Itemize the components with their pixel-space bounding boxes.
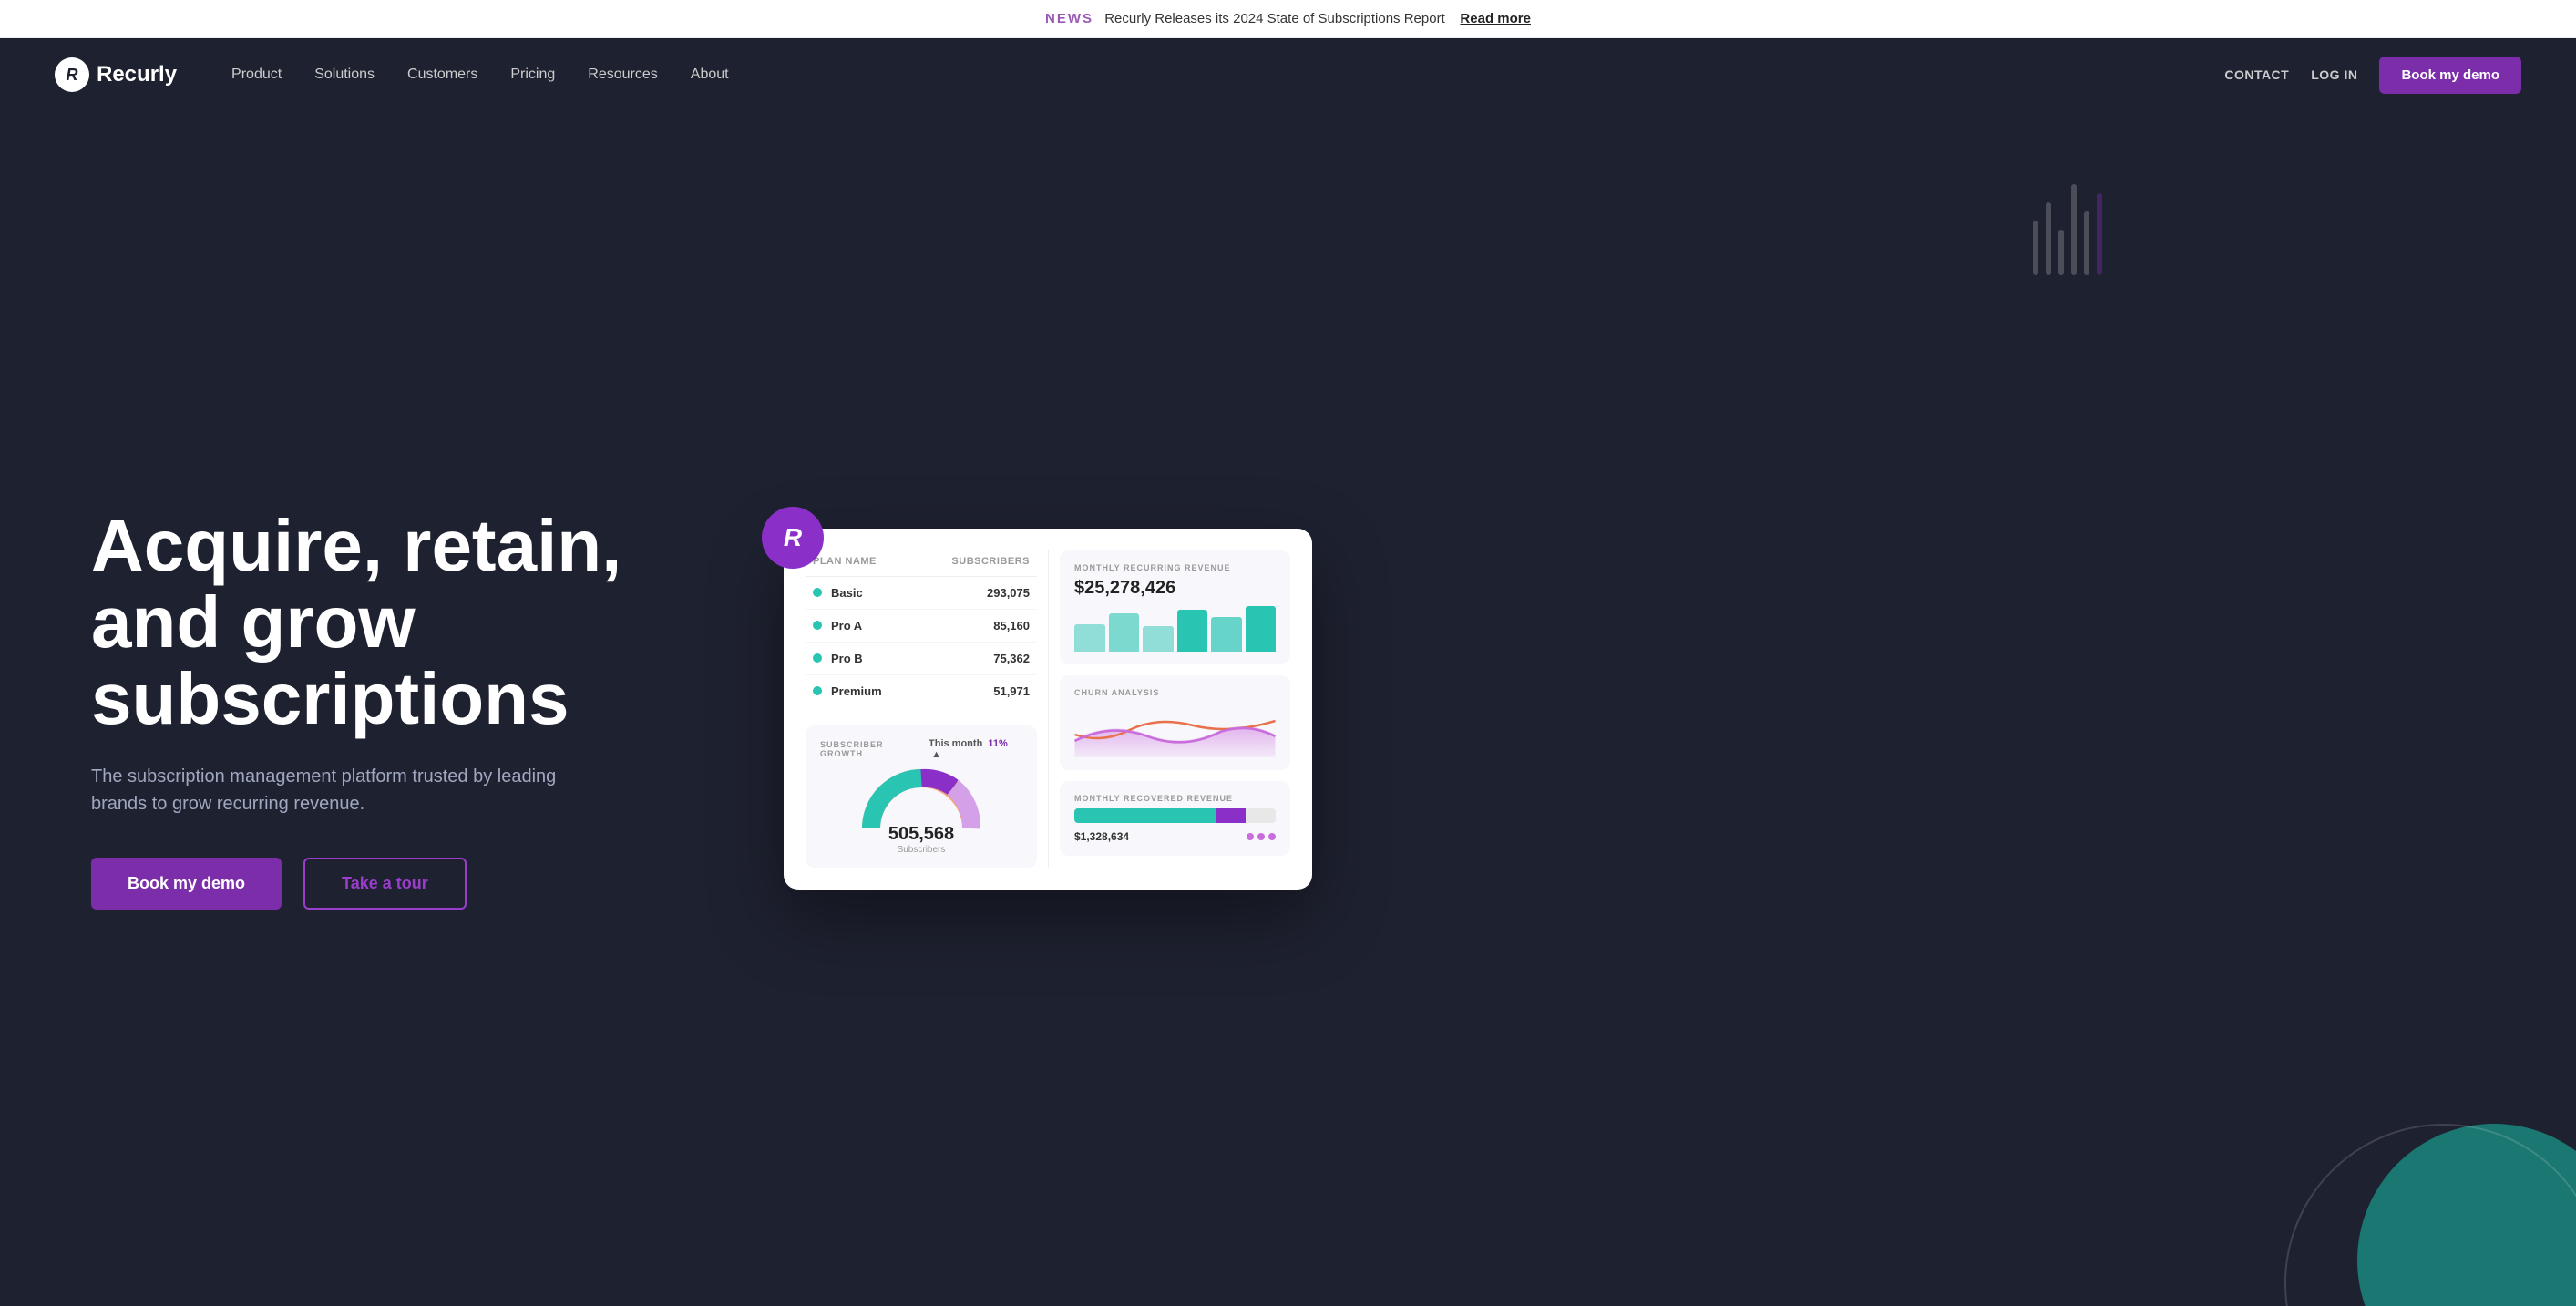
growth-pct: 11% [988,738,1007,749]
mrr-card: MONTHLY RECURRING REVENUE $25,278,426 [1060,550,1290,664]
nav-customers[interactable]: Customers [407,67,477,83]
plan-dot-premium [813,686,822,695]
book-demo-button[interactable]: Book my demo [91,858,282,910]
dot-3 [1268,833,1276,840]
nav-solutions[interactable]: Solutions [314,67,375,83]
plan-name-basic: Basic [813,586,863,600]
bg-bar-4 [2071,184,2077,275]
growth-badge: This month 11% ▲ [929,738,1022,760]
read-more-link[interactable]: Read more [1460,11,1531,26]
plan-col-header: PLAN NAME [813,556,877,567]
subs-col-header: SUBSCRIBERS [951,556,1030,567]
churn-card: CHURN ANALYSIS [1060,675,1290,770]
book-demo-header-button[interactable]: Book my demo [2379,57,2521,94]
hero-subtitle: The subscription management platform tru… [91,763,601,818]
growth-header: SUBSCRIBER GROWTH This month 11% ▲ [820,738,1022,760]
news-text: Recurly Releases its 2024 State of Subsc… [1104,11,1445,26]
nav-pricing[interactable]: Pricing [510,67,555,83]
news-banner: NEWS Recurly Releases its 2024 State of … [0,0,2576,38]
mrr-value: $25,278,426 [1074,578,1276,599]
recovered-bar-light [1246,808,1276,823]
hero-right: R PLAN NAME SUBSCRIBERS [784,529,1312,890]
plan-table: PLAN NAME SUBSCRIBERS Basic 293,075 [806,550,1037,707]
bar-1 [1074,624,1105,652]
table-row: Basic 293,075 [806,577,1037,610]
donut-sub: Subscribers [888,845,954,855]
donut-chart: 505,568 Subscribers [820,769,1022,855]
login-link[interactable]: LOG IN [2311,67,2357,82]
bg-bar-5 [2084,211,2089,275]
table-row: Pro B 75,362 [806,643,1037,675]
bg-arc-decoration [2284,1124,2576,1306]
plan-dot-prob [813,653,822,663]
mrr-bar-chart [1074,606,1276,652]
hero-buttons: Book my demo Take a tour [91,858,729,910]
nav-about[interactable]: About [691,67,729,83]
take-tour-button[interactable]: Take a tour [303,858,467,910]
dashboard-left: PLAN NAME SUBSCRIBERS Basic 293,075 [806,550,1048,868]
bar-6 [1246,606,1277,652]
recurly-badge: R [762,507,824,569]
contact-link[interactable]: CONTACT [2224,67,2289,82]
hero-title: Acquire, retain, and grow subscriptions [91,508,729,737]
bg-bar-3 [2058,230,2064,275]
recovered-card: MONTHLY RECOVERED REVENUE $1,328,634 [1060,781,1290,856]
dot-2 [1257,833,1265,840]
plan-name-premium: Premium [813,684,882,698]
plan-dot-proa [813,621,822,630]
news-label: NEWS [1045,11,1093,26]
dot-1 [1247,833,1254,840]
dashboard-grid: PLAN NAME SUBSCRIBERS Basic 293,075 [806,550,1290,868]
bar-3 [1143,626,1174,652]
nav-resources[interactable]: Resources [588,67,657,83]
donut-center: 505,568 Subscribers [888,824,954,855]
logo[interactable]: R Recurly [55,57,177,92]
logo-icon: R [55,57,89,92]
mrr-label: MONTHLY RECURRING REVENUE [1074,563,1276,572]
nav-product[interactable]: Product [231,67,282,83]
bar-5 [1211,617,1242,652]
recovered-dots [1247,833,1276,840]
logo-letter: R [67,66,78,85]
recovered-bar-teal [1074,808,1216,823]
hero-left: Acquire, retain, and grow subscriptions … [91,508,729,910]
recovered-label: MONTHLY RECOVERED REVENUE [1074,794,1276,803]
dashboard-right: MONTHLY RECURRING REVENUE $25,278,426 [1048,550,1290,868]
bar-2 [1109,613,1140,652]
donut-number: 505,568 [888,824,954,845]
plan-dot-basic [813,588,822,597]
recovered-footer: $1,328,634 [1074,830,1276,843]
churn-svg [1074,703,1276,757]
dashboard-card: PLAN NAME SUBSCRIBERS Basic 293,075 [784,529,1312,890]
logo-text: Recurly [97,62,177,87]
bg-bar-1 [2033,221,2038,275]
recovered-value: $1,328,634 [1074,830,1129,843]
plan-name-proa: Pro A [813,619,862,632]
bg-bar-6 [2097,193,2102,275]
plan-table-header: PLAN NAME SUBSCRIBERS [806,550,1037,577]
table-row: Pro A 85,160 [806,610,1037,643]
churn-chart [1074,703,1276,757]
badge-letter: R [784,523,802,552]
plan-name-prob: Pro B [813,652,863,665]
growth-section: SUBSCRIBER GROWTH This month 11% ▲ [806,725,1037,868]
churn-label: CHURN ANALYSIS [1074,688,1276,697]
growth-label: SUBSCRIBER GROWTH [820,740,929,758]
bg-bar-2 [2046,202,2051,275]
header-right: CONTACT LOG IN Book my demo [2224,57,2521,94]
header: R Recurly Product Solutions Customers Pr… [0,38,2576,111]
dashboard-inner: PLAN NAME SUBSCRIBERS Basic 293,075 [784,529,1312,890]
recovered-bar [1074,808,1276,823]
hero-section: Acquire, retain, and grow subscriptions … [0,111,2576,1306]
recovered-bar-purple [1216,808,1246,823]
bg-bars-decoration [2033,184,2102,275]
table-row: Premium 51,971 [806,675,1037,707]
main-nav: Product Solutions Customers Pricing Reso… [231,67,2224,83]
bar-4 [1177,610,1208,652]
